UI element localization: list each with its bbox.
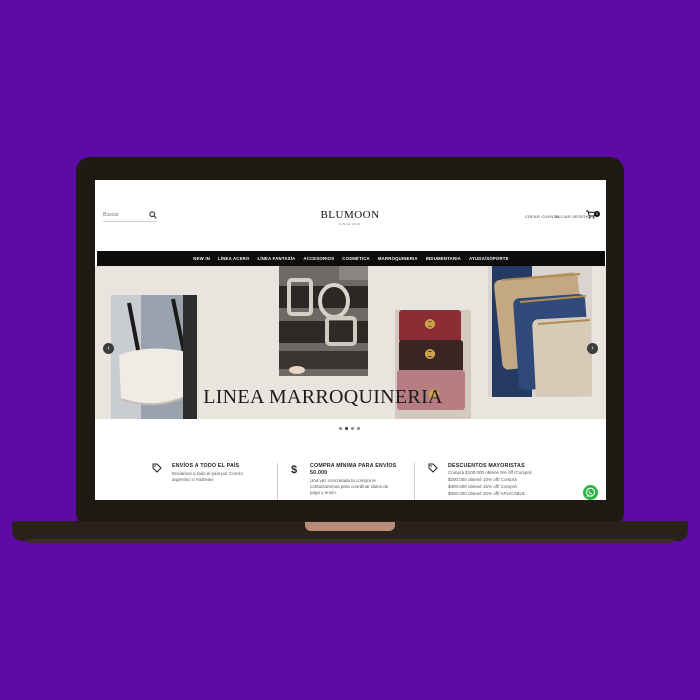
slider-dot-1[interactable]: [339, 427, 342, 430]
feature-text-line: Enviamos a todo el país por Correo: [172, 471, 243, 476]
site-logo[interactable]: BLUMOON SINCE 2019: [300, 209, 400, 226]
feature-title: COMPRA MÍNIMA PARA ENVÍOS: [310, 463, 397, 469]
dollar-icon: $: [291, 464, 297, 475]
feature-text-line: $300.000 obtené 15% off/ Comprá: [448, 484, 517, 489]
nav-item-marroquineria[interactable]: MARROQUINERIA: [374, 256, 422, 261]
tag-icon: [428, 463, 438, 473]
hero-title: LINEA MARROQUINERIA: [203, 386, 443, 408]
slider-dots: [339, 427, 360, 430]
cart-count-badge: 0: [594, 211, 600, 217]
slider-prev-button[interactable]: ‹: [103, 343, 114, 354]
feature-title: ENVÍOS A TODO EL PAÍS: [172, 463, 240, 469]
slider-dot-2[interactable]: [345, 427, 348, 430]
svg-text:$: $: [291, 464, 297, 475]
nav-item-ayuda-soporte[interactable]: AYUDA/SOPORTE: [465, 256, 513, 261]
nav-item-indumentaria[interactable]: INDUMENTARIA: [422, 256, 465, 261]
feature-divider: [414, 463, 415, 500]
feature-text-line: Comprá $100.000 obtené 5% off /Comprá: [448, 470, 532, 475]
feature-divider: [277, 463, 278, 500]
nav-item-linea-acero[interactable]: LÍNEA ACERO: [214, 256, 253, 261]
nav-item-cosmetica[interactable]: COSMÉTICA: [338, 256, 374, 261]
laptop-notch: [305, 522, 395, 531]
feature-text-line: pago y envío.: [310, 490, 338, 495]
feature-text-line: $500.000 obtené 20% off/ APLICABLE: [448, 491, 525, 496]
search-icon[interactable]: [149, 211, 157, 219]
logo-name: BLUMOON: [320, 209, 380, 221]
feature-text-line: $200.000 obtené 10% off/ Comprá: [448, 477, 517, 482]
chevron-right-icon: ›: [591, 345, 594, 352]
laptop-screen: BLUMOON SINCE 2019 CREAR CUENTA INICIAR …: [95, 180, 606, 500]
hero-photo-belts: [279, 266, 368, 376]
laptop-base-shadow: [26, 539, 674, 543]
search-box: [103, 210, 157, 222]
feature-text-line: Una vez concretada la compra le: [310, 478, 376, 483]
hero-slider[interactable]: LINEA MARROQUINERIA: [95, 266, 606, 419]
nav-item-accesorios[interactable]: ACCESORIOS: [299, 256, 338, 261]
create-account-link[interactable]: CREAR CUENTA: [525, 214, 559, 219]
main-nav: NEW IN LÍNEA ACERO LÍNEA FANTASÍA ACCESO…: [97, 251, 605, 266]
logo-tagline: SINCE 2019: [339, 222, 361, 226]
feature-title-amount: 50.000: [310, 470, 328, 476]
whatsapp-icon: [585, 487, 596, 497]
slider-next-button[interactable]: ›: [587, 343, 598, 354]
nav-item-new-in[interactable]: NEW IN: [189, 256, 214, 261]
feature-title: DESCUENTOS MAYORISTAS: [448, 463, 525, 469]
whatsapp-button[interactable]: [583, 485, 598, 500]
feature-text-line: contactaremos para coordinar datos de: [310, 484, 389, 489]
hero-photo-monogram-wallets: [488, 266, 592, 397]
slider-dot-4[interactable]: [357, 427, 360, 430]
feature-text-line: argentino o Andreani: [172, 477, 214, 482]
search-input[interactable]: [103, 210, 147, 220]
slider-dot-3[interactable]: [351, 427, 354, 430]
login-link[interactable]: INICIAR SESIÓN: [555, 214, 589, 219]
tag-icon: [152, 463, 162, 473]
nav-item-linea-fantasia[interactable]: LÍNEA FANTASÍA: [254, 256, 300, 261]
chevron-left-icon: ‹: [107, 345, 110, 352]
